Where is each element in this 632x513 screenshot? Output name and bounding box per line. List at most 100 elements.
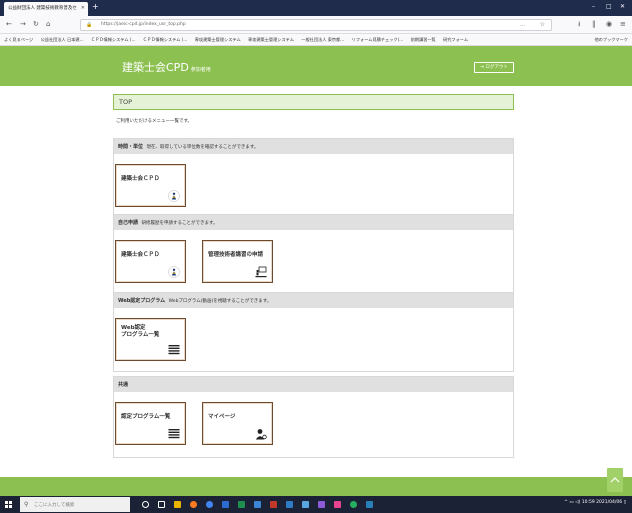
- logout-label: ログアウト: [485, 65, 508, 70]
- certified-program-list-card[interactable]: 認定プログラム一覧: [115, 402, 186, 445]
- section-heading: 自己申請: [118, 220, 139, 226]
- other-bookmarks[interactable]: 他のブックマーク: [594, 37, 628, 43]
- bookmark-item[interactable]: 専攻建築士管理システム: [248, 37, 294, 43]
- site-title-text: 建築士会CPD: [122, 61, 189, 74]
- maximize-icon[interactable]: □: [606, 4, 612, 10]
- reload-icon[interactable]: ↻: [33, 20, 39, 28]
- task-view-icon[interactable]: [158, 501, 165, 508]
- app-icon[interactable]: [350, 501, 357, 508]
- reader-icon[interactable]: …: [520, 22, 525, 28]
- tab-title: 公益財団法人 建築技術教育普及セ: [8, 6, 77, 11]
- windows-start-icon[interactable]: [5, 501, 12, 508]
- bookmarks-bar: よく見るページ 公益社団法人 日本建... ＣＰＤ情報システム (... ＣＰＤ…: [0, 34, 632, 46]
- site-footer: [0, 477, 632, 496]
- file-explorer-icon[interactable]: [174, 501, 181, 508]
- bookmark-item[interactable]: ＣＰＤ情報システム (...: [91, 37, 136, 43]
- list-icon: [168, 345, 180, 355]
- library-icon[interactable]: ‖: [592, 20, 596, 28]
- person-badge-icon: [168, 190, 180, 202]
- card-label: Web認定 プログラム一覧: [121, 325, 160, 338]
- web-program-list-card[interactable]: Web認定 プログラム一覧: [115, 318, 186, 361]
- section-header: 時間・単位 現在、取得している単位数を確認することができます。: [114, 139, 513, 154]
- cpd-application-card[interactable]: 建築士会ＣＰＤ: [115, 240, 186, 283]
- account-icon[interactable]: ◉: [606, 20, 612, 28]
- intro-text: ご利用いただけるメニュー一覧です。: [116, 119, 193, 124]
- bookmark-item[interactable]: 公益社団法人 日本建...: [41, 37, 84, 43]
- app-icon[interactable]: [318, 501, 325, 508]
- cpd-hours-card[interactable]: 建築士会ＣＰＤ: [115, 164, 186, 207]
- scroll-to-top-button[interactable]: [607, 468, 623, 492]
- bookmark-item[interactable]: 前期講習一覧: [411, 37, 436, 43]
- mypage-card[interactable]: マイページ: [202, 402, 273, 445]
- site-header: 建築士会CPD 参加者用 ⇥ ログアウト: [0, 46, 632, 86]
- mail-icon[interactable]: [254, 501, 261, 508]
- url-text: https://jaeic-cpd.jp/index_usr_top.php: [101, 22, 186, 27]
- list-icon: [168, 429, 180, 439]
- logout-icon: ⇥: [480, 65, 484, 70]
- browser-tab[interactable]: 公益財団法人 建築技術教育普及セ ✕: [4, 2, 88, 16]
- browser-nav-bar: ← → ↻ ⌂ 🔒 https://jaeic-cpd.jp/index_usr…: [0, 16, 632, 34]
- site-subtitle: 参加者用: [190, 67, 211, 73]
- section-hours: 時間・単位 現在、取得している単位数を確認することができます。 建築士会ＣＰＤ: [113, 138, 514, 221]
- section-self-application: 自己申請 研修履歴を申請することができます。 建築士会ＣＰＤ 管理技術者講習の申…: [113, 214, 514, 296]
- main-content: TOP ご利用いただけるメニュー一覧です。 時間・単位 現在、取得している単位数…: [113, 94, 514, 458]
- volume-icon[interactable]: ◁): [575, 500, 580, 505]
- person-badge-icon: [168, 266, 180, 278]
- new-tab-icon[interactable]: +: [92, 3, 99, 11]
- logout-button[interactable]: ⇥ ログアウト: [474, 62, 514, 73]
- taskbar-search[interactable]: ⚲ ここに入力して検索: [20, 497, 130, 512]
- clock-time: 10:59: [581, 500, 595, 505]
- url-bar[interactable]: 🔒 https://jaeic-cpd.jp/index_usr_top.php…: [80, 19, 552, 31]
- lock-icon: 🔒: [86, 22, 93, 28]
- powerpoint-icon[interactable]: [270, 501, 277, 508]
- presentation-icon: [255, 266, 267, 278]
- section-header: Web認定プログラム Webプログラム(動画)を視聴することができます。: [114, 293, 513, 308]
- firefox-icon[interactable]: [190, 501, 197, 508]
- app-icon[interactable]: [366, 501, 373, 508]
- section-heading: 時間・単位: [118, 144, 144, 150]
- home-icon[interactable]: ⌂: [46, 20, 50, 28]
- close-window-icon[interactable]: ✕: [620, 4, 625, 10]
- card-label: 建築士会ＣＰＤ: [121, 252, 160, 258]
- minimize-icon[interactable]: –: [592, 4, 595, 10]
- network-icon[interactable]: ▭: [569, 500, 573, 505]
- management-course-card[interactable]: 管理技術者講習の申請: [202, 240, 273, 283]
- bookmark-item[interactable]: よく見るページ: [4, 37, 33, 43]
- app-icon[interactable]: [334, 501, 341, 508]
- menu-icon[interactable]: ≡: [620, 20, 626, 28]
- card-label: 建築士会ＣＰＤ: [121, 176, 160, 182]
- taskbar-search-placeholder: ここに入力して検索: [34, 503, 75, 508]
- bookmark-item[interactable]: 研究フォーム: [443, 37, 468, 43]
- card-label: 管理技術者講習の申請: [208, 252, 264, 258]
- outlook-icon[interactable]: [286, 501, 293, 508]
- clock[interactable]: 10:59 2021/04/06: [582, 500, 622, 505]
- bookmark-item[interactable]: 専攻建築士管理システム: [195, 37, 241, 43]
- excel-icon[interactable]: [238, 501, 245, 508]
- section-description: 研修履歴を申請することができます。: [141, 221, 218, 226]
- notification-icon[interactable]: ▯: [624, 500, 626, 505]
- section-common: 共通 認定プログラム一覧 マイページ: [113, 376, 514, 458]
- section-header: 自己申請 研修履歴を申請することができます。: [114, 215, 513, 230]
- download-icon[interactable]: ⭳: [578, 20, 580, 28]
- close-tab-icon[interactable]: ✕: [81, 5, 85, 11]
- system-tray: ^ ▭ ◁) 10:59 2021/04/06 ▯: [564, 500, 626, 505]
- cortana-icon[interactable]: [142, 501, 149, 508]
- site-title: 建築士会CPD 参加者用: [122, 59, 211, 75]
- card-label: 認定プログラム一覧: [121, 414, 171, 420]
- word-icon[interactable]: [222, 501, 229, 508]
- chrome-icon[interactable]: [206, 501, 213, 508]
- section-description: Webプログラム(動画)を視聴することができます。: [168, 299, 272, 304]
- app-icon[interactable]: [302, 501, 309, 508]
- page-title: TOP: [113, 94, 514, 110]
- section-description: 現在、取得している単位数を確認することができます。: [146, 145, 259, 150]
- bookmark-star-icon[interactable]: ☆: [540, 21, 545, 28]
- back-icon[interactable]: ←: [6, 20, 12, 28]
- bookmark-item[interactable]: リフォーム見積チェック(...: [352, 37, 404, 43]
- tray-chevron-icon[interactable]: ^: [564, 500, 568, 505]
- user-gear-icon: [255, 429, 267, 440]
- section-heading: 共通: [118, 382, 129, 388]
- forward-icon[interactable]: →: [20, 20, 26, 28]
- section-web-programs: Web認定プログラム Webプログラム(動画)を視聴することができます。 Web…: [113, 292, 514, 372]
- bookmark-item[interactable]: 一般社団法人 東京都...: [301, 37, 344, 43]
- bookmark-item[interactable]: ＣＰＤ情報システム (...: [143, 37, 188, 43]
